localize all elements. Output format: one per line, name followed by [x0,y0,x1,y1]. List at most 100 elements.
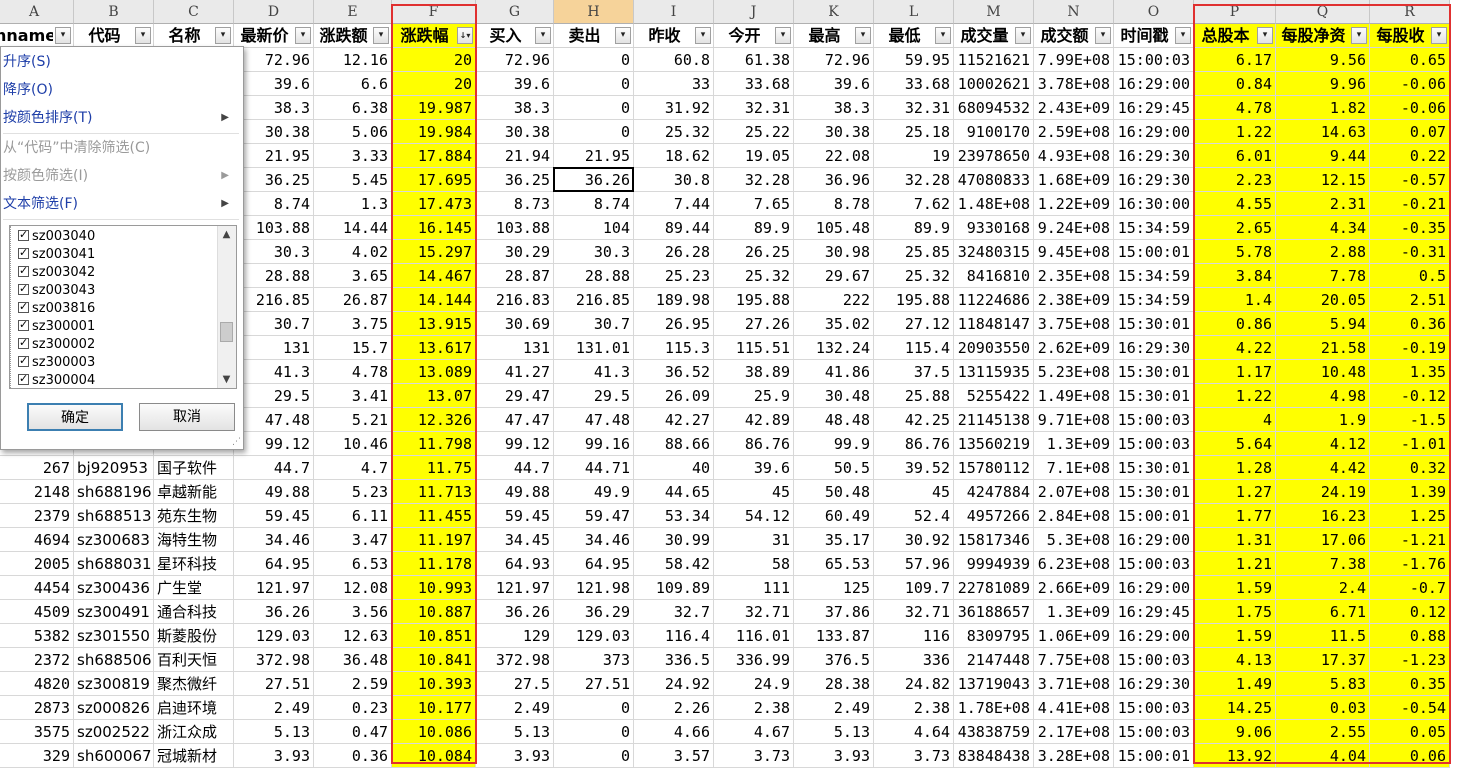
table-cell[interactable]: 41.3 [554,360,634,384]
table-cell[interactable]: 2372 [0,648,74,672]
table-cell[interactable]: sz300491 [74,600,154,624]
filter-dropdown-icon[interactable]: ▾ [775,27,791,44]
column-letter-f[interactable]: F [392,0,476,24]
table-cell[interactable]: 3.93 [794,744,874,768]
table-cell[interactable]: 16.23 [1276,504,1370,528]
table-cell[interactable]: 30.38 [794,120,874,144]
table-cell[interactable]: 28.87 [476,264,554,288]
table-cell[interactable]: 11224686 [954,288,1034,312]
table-cell[interactable]: 2.17E+08 [1034,720,1114,744]
table-cell[interactable]: 13.617 [392,336,476,360]
table-cell[interactable]: 1.39 [1370,480,1450,504]
table-cell[interactable]: 5.13 [794,720,874,744]
table-cell[interactable]: 2.4 [1276,576,1370,600]
table-cell[interactable]: 9.45E+08 [1034,240,1114,264]
table-cell[interactable]: 60.8 [634,48,714,72]
table-cell[interactable]: 10.851 [392,624,476,648]
cancel-button[interactable]: 取消 [139,403,235,431]
table-cell[interactable]: 2.88 [1276,240,1370,264]
table-cell[interactable]: 3.47 [314,528,392,552]
table-cell[interactable]: 59.47 [554,504,634,528]
sort-descending-filter-icon[interactable]: ↓▾ [457,27,473,44]
table-cell[interactable]: 2.07E+08 [1034,480,1114,504]
table-cell[interactable]: 59.45 [234,504,314,528]
table-cell[interactable]: 26.87 [314,288,392,312]
table-cell[interactable]: 103.88 [476,216,554,240]
table-cell[interactable]: 36.26 [476,600,554,624]
table-cell[interactable]: 冠城新材 [154,744,234,768]
table-cell[interactable]: 1.48E+08 [954,192,1034,216]
filter-dropdown-icon[interactable]: ▾ [855,27,871,44]
table-cell[interactable]: 3.57 [634,744,714,768]
table-cell[interactable]: 2.65 [1194,216,1276,240]
table-cell[interactable]: 13.07 [392,384,476,408]
table-cell[interactable]: 0 [554,744,634,768]
table-cell[interactable]: 1.75 [1194,600,1276,624]
table-cell[interactable]: 16:29:45 [1114,600,1194,624]
table-cell[interactable]: 12.16 [314,48,392,72]
table-cell[interactable]: 16:29:30 [1114,336,1194,360]
table-cell[interactable]: 72.96 [234,48,314,72]
table-cell[interactable]: 3.56 [314,600,392,624]
table-cell[interactable]: 5.13 [234,720,314,744]
table-cell[interactable]: 4820 [0,672,74,696]
filter-by-color-item[interactable]: 按颜色筛选(I) ▶ [3,163,239,189]
table-cell[interactable]: 83848438 [954,744,1034,768]
filter-dropdown-icon[interactable]: ▾ [215,27,231,44]
table-cell[interactable]: 11.178 [392,552,476,576]
table-cell[interactable]: 3.28E+08 [1034,744,1114,768]
table-cell[interactable]: 10.393 [392,672,476,696]
table-cell[interactable]: 49.88 [234,480,314,504]
table-cell[interactable]: 百利天恒 [154,648,234,672]
filter-list-item[interactable]: sz003816 [18,298,95,318]
table-cell[interactable]: 15:34:59 [1114,216,1194,240]
table-cell[interactable]: 2.43E+09 [1034,96,1114,120]
table-cell[interactable]: 42.27 [634,408,714,432]
table-cell[interactable]: -1.21 [1370,528,1450,552]
table-cell[interactable]: 11.798 [392,432,476,456]
table-cell[interactable]: 9330168 [954,216,1034,240]
table-cell[interactable]: 133.87 [794,624,874,648]
table-cell[interactable]: 3.33 [314,144,392,168]
table-cell[interactable]: -0.31 [1370,240,1450,264]
table-cell[interactable]: 27.26 [714,312,794,336]
table-cell[interactable]: 44.7 [234,456,314,480]
filter-value-list[interactable]: sz003040 sz003041 sz003042 sz003043 sz003816… [9,225,237,389]
table-cell[interactable]: 29.5 [234,384,314,408]
table-cell[interactable]: 16:30:00 [1114,192,1194,216]
table-cell[interactable]: sz301550 [74,624,154,648]
table-cell[interactable]: 36.25 [234,168,314,192]
filter-dropdown-icon[interactable]: ▾ [295,27,311,44]
filter-dropdown-icon[interactable]: ▾ [1257,27,1273,44]
table-cell[interactable]: 32480315 [954,240,1034,264]
table-cell[interactable]: 5.94 [1276,312,1370,336]
table-cell[interactable]: 60.49 [794,504,874,528]
table-cell[interactable]: 0.36 [1370,312,1450,336]
table-cell[interactable]: 15:00:03 [1114,720,1194,744]
table-cell[interactable]: 15:00:03 [1114,48,1194,72]
table-cell[interactable]: 29.47 [476,384,554,408]
table-cell[interactable]: 24.82 [874,672,954,696]
table-cell[interactable]: sz300683 [74,528,154,552]
table-cell[interactable]: 6.6 [314,72,392,96]
table-cell[interactable]: 129 [476,624,554,648]
table-cell[interactable]: 30.3 [554,240,634,264]
table-cell[interactable]: 216.85 [234,288,314,312]
table-cell[interactable]: 8.73 [476,192,554,216]
table-cell[interactable]: 25.32 [634,120,714,144]
table-cell[interactable]: 1.22E+09 [1034,192,1114,216]
table-cell[interactable]: 19 [874,144,954,168]
table-cell[interactable]: 0 [554,720,634,744]
table-cell[interactable]: 1.59 [1194,624,1276,648]
table-cell[interactable]: 39.6 [476,72,554,96]
table-cell[interactable]: 6.23E+08 [1034,552,1114,576]
table-cell[interactable]: 45 [714,480,794,504]
table-cell[interactable]: 39.52 [874,456,954,480]
table-cell[interactable]: 1.3E+09 [1034,432,1114,456]
table-cell[interactable]: 116.4 [634,624,714,648]
table-cell[interactable]: 267 [0,456,74,480]
table-cell[interactable]: 1.49E+08 [1034,384,1114,408]
table-cell[interactable]: 通合科技 [154,600,234,624]
table-cell[interactable]: -0.19 [1370,336,1450,360]
table-cell[interactable]: 1.17 [1194,360,1276,384]
